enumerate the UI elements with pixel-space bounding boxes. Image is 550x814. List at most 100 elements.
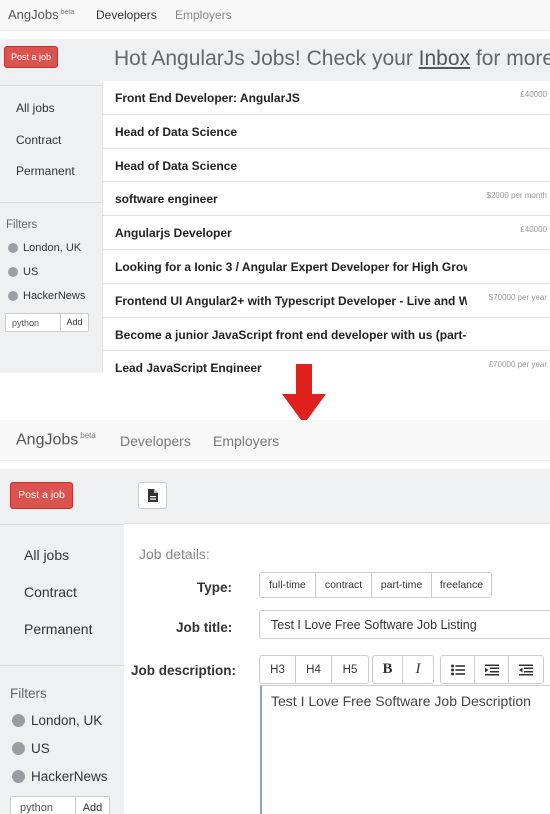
keyword-filter: Add: [10, 796, 110, 814]
job-listing-screenshot: AngJobs beta Developers Employers Post a …: [0, 0, 550, 373]
nav-link-employers[interactable]: Employers: [213, 433, 279, 449]
bold-button[interactable]: B: [373, 656, 403, 683]
job-row[interactable]: Looking for a Ionic 3 / Angular Expert D…: [102, 249, 550, 284]
nav-link-employers[interactable]: Employers: [175, 8, 232, 22]
headline-banner: Hot AngularJs Jobs! Check your Inbox for…: [102, 39, 550, 81]
document-icon: [148, 489, 158, 502]
job-salary: £40000: [520, 225, 547, 235]
sidebar-divider: [0, 524, 124, 525]
radio-dot-icon: [8, 267, 18, 277]
post-job-button[interactable]: Post a job: [10, 482, 73, 509]
beta-badge: beta: [80, 431, 96, 440]
keyword-filter: Add: [5, 313, 89, 332]
radio-dot-icon: [8, 291, 18, 301]
h4-button[interactable]: H4: [296, 656, 332, 683]
bullet-list-button[interactable]: [441, 656, 475, 683]
bold-icon: B: [382, 661, 393, 677]
sidebar-divider: [0, 202, 102, 203]
filter-us[interactable]: US: [12, 741, 50, 756]
post-job-screenshot: AngJobs beta Developers Employers Post a …: [0, 420, 550, 814]
filter-london[interactable]: London, UK: [8, 242, 81, 254]
nav-link-developers[interactable]: Developers: [120, 433, 191, 449]
filters-title: Filters: [6, 219, 38, 231]
job-title[interactable]: Head of Data Science: [115, 159, 467, 173]
document-button[interactable]: [138, 482, 167, 509]
top-navbar: AngJobs beta Developers Employers: [0, 0, 550, 31]
job-salary: £70000 per year: [488, 360, 547, 370]
list-button-group: [440, 655, 544, 684]
sidebar-item-permanent[interactable]: Permanent: [16, 164, 75, 178]
job-description-editor[interactable]: Test I Love Free Software Job Descriptio…: [260, 685, 550, 814]
job-salary: $70000 per year: [488, 292, 547, 302]
heading-button-group: H3 H4 H5: [259, 655, 369, 684]
sidebar-divider: [0, 665, 124, 666]
job-list: Front End Developer: AngularJS £40000 Hea…: [102, 81, 550, 373]
italic-button[interactable]: I: [403, 656, 433, 683]
h3-button[interactable]: H3: [260, 656, 296, 683]
nav-link-developers[interactable]: Developers: [96, 8, 157, 22]
job-title-input[interactable]: [259, 610, 550, 639]
job-row[interactable]: Frontend UI Angular2+ with Typescript De…: [102, 283, 550, 318]
sidebar-item-contract[interactable]: Contract: [16, 133, 61, 147]
add-keyword-button[interactable]: Add: [61, 314, 88, 331]
job-type-group: full-time contract part-time freelance: [259, 572, 492, 598]
sidebar-item-contract[interactable]: Contract: [24, 584, 77, 600]
job-row[interactable]: software engineer $2000 per month: [102, 182, 550, 217]
job-row[interactable]: Become a junior JavaScript front end dev…: [102, 317, 550, 352]
format-button-group: B I: [372, 655, 434, 684]
job-row[interactable]: Head of Data Science: [102, 114, 550, 149]
type-contract-button[interactable]: contract: [316, 573, 372, 597]
job-description-label: Job description:: [131, 663, 237, 678]
headline: Hot AngularJs Jobs! Check your Inbox for…: [114, 47, 550, 70]
indent-icon: [484, 664, 499, 675]
job-row[interactable]: Head of Data Science: [102, 148, 550, 183]
outdent-icon: [519, 664, 533, 675]
job-title[interactable]: Become a junior JavaScript front end dev…: [115, 328, 467, 342]
job-description-text: Test I Love Free Software Job Descriptio…: [271, 693, 531, 709]
sidebar-item-permanent[interactable]: Permanent: [24, 621, 92, 637]
inbox-link[interactable]: Inbox: [419, 47, 470, 70]
radio-dot-icon: [12, 770, 25, 783]
type-freelance-button[interactable]: freelance: [432, 573, 491, 597]
down-arrow-icon: [282, 364, 326, 424]
type-part-time-button[interactable]: part-time: [372, 573, 432, 597]
indent-button[interactable]: [475, 656, 509, 683]
filter-london[interactable]: London, UK: [12, 713, 102, 728]
job-title-label: Job title:: [176, 620, 233, 635]
job-row[interactable]: Front End Developer: AngularJS £40000: [102, 81, 550, 115]
post-job-button[interactable]: Post a job: [4, 46, 58, 68]
filter-hackernews[interactable]: HackerNews: [8, 290, 85, 302]
type-full-time-button[interactable]: full-time: [260, 573, 316, 597]
brand-logo[interactable]: AngJobs beta: [16, 431, 96, 449]
job-row[interactable]: Lead JavaScript Engineer £70000 per year: [102, 351, 550, 373]
job-row[interactable]: Angularjs Developer £40000: [102, 216, 550, 250]
radio-dot-icon: [12, 742, 25, 755]
job-title[interactable]: Front End Developer: AngularJS: [115, 91, 467, 105]
job-salary: $2000 per month: [486, 191, 548, 201]
radio-dot-icon: [12, 714, 25, 727]
italic-icon: I: [415, 661, 421, 677]
sidebar: [0, 469, 124, 814]
job-details-title: Job details:: [139, 546, 210, 562]
sidebar-divider: [0, 85, 102, 86]
filters-title: Filters: [10, 686, 47, 701]
form-toolbar: [124, 469, 550, 524]
brand-logo[interactable]: AngJobs beta: [8, 7, 74, 22]
add-keyword-button[interactable]: Add: [76, 797, 109, 814]
sidebar-item-all-jobs[interactable]: All jobs: [16, 101, 55, 115]
outdent-button[interactable]: [509, 656, 543, 683]
filter-hackernews[interactable]: HackerNews: [12, 769, 108, 784]
job-title[interactable]: software engineer: [115, 192, 467, 206]
job-title[interactable]: Angularjs Developer: [115, 226, 467, 240]
keyword-input[interactable]: [6, 314, 61, 331]
job-salary: £40000: [520, 90, 547, 99]
keyword-input[interactable]: [11, 797, 76, 814]
filter-us[interactable]: US: [8, 266, 38, 278]
sidebar-item-all-jobs[interactable]: All jobs: [24, 547, 69, 563]
job-title[interactable]: Looking for a Ionic 3 / Angular Expert D…: [115, 260, 467, 274]
job-title[interactable]: Head of Data Science: [115, 125, 467, 139]
radio-dot-icon: [8, 243, 18, 253]
job-title[interactable]: Frontend UI Angular2+ with Typescript De…: [115, 294, 467, 308]
h5-button[interactable]: H5: [332, 656, 368, 683]
bullet-list-icon: [450, 664, 465, 675]
